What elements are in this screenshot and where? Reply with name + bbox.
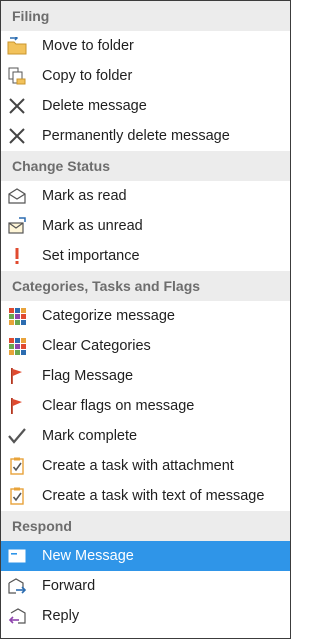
clear-categories-icon (7, 337, 27, 355)
menu-item-create-task-with-text[interactable]: Create a task with text of message (1, 481, 290, 511)
menu-item-label: Set importance (42, 248, 140, 264)
menu-item-clear-flags-on-message[interactable]: Clear flags on message (1, 391, 290, 421)
copy-to-folder-icon (7, 67, 27, 85)
menu-item-reply[interactable]: Reply (1, 601, 290, 631)
exclamation-icon (7, 247, 27, 265)
red-flag-icon (7, 367, 27, 385)
menu-item-set-importance[interactable]: Set importance (1, 241, 290, 271)
menu-item-label: Mark as read (42, 188, 127, 204)
menu-item-label: Copy to folder (42, 68, 133, 84)
menu-item-label: Categorize message (42, 308, 175, 324)
menu-item-label: Delete message (42, 98, 147, 114)
menu-item-label: Create a task with text of message (42, 488, 265, 504)
unread-envelope-icon (7, 217, 27, 235)
menu-item-label: Flag Message (42, 368, 134, 384)
category-grid-icon (7, 307, 27, 325)
new-message-icon (7, 547, 27, 565)
permanent-delete-x-icon (7, 127, 27, 145)
section-header-change-status: Change Status (1, 151, 290, 181)
open-envelope-icon (7, 187, 27, 205)
menu-item-mark-as-read[interactable]: Mark as read (1, 181, 290, 211)
reply-icon (7, 607, 27, 625)
quick-steps-menu: Filing Move to folder Copy to folder Del… (0, 0, 291, 639)
task-clipboard-icon (7, 457, 27, 475)
checkmark-icon (7, 427, 27, 445)
menu-item-mark-complete[interactable]: Mark complete (1, 421, 290, 451)
section-header-filing: Filing (1, 1, 290, 31)
menu-item-label: Clear flags on message (42, 398, 195, 414)
clear-flag-icon (7, 397, 27, 415)
menu-item-new-message[interactable]: New Message (1, 541, 290, 571)
forward-icon (7, 577, 27, 595)
menu-item-label: Clear Categories (42, 338, 151, 354)
menu-item-create-task-with-attachment[interactable]: Create a task with attachment (1, 451, 290, 481)
menu-item-label: Mark complete (42, 428, 138, 444)
menu-item-move-to-folder[interactable]: Move to folder (1, 31, 290, 61)
menu-item-label: Mark as unread (42, 218, 143, 234)
menu-item-clear-categories[interactable]: Clear Categories (1, 331, 290, 361)
task-clipboard-text-icon (7, 487, 27, 505)
menu-item-label: Create a task with attachment (42, 458, 234, 474)
move-to-folder-icon (7, 37, 27, 55)
delete-x-icon (7, 97, 27, 115)
menu-item-forward[interactable]: Forward (1, 571, 290, 601)
menu-item-delete-message[interactable]: Delete message (1, 91, 290, 121)
section-header-categories-tasks-flags: Categories, Tasks and Flags (1, 271, 290, 301)
menu-item-label: Forward (42, 578, 96, 594)
menu-item-label: Permanently delete message (42, 128, 230, 144)
menu-item-copy-to-folder[interactable]: Copy to folder (1, 61, 290, 91)
menu-item-label: Reply (42, 608, 80, 624)
menu-item-label: Move to folder (42, 38, 134, 54)
menu-item-categorize-message[interactable]: Categorize message (1, 301, 290, 331)
menu-item-permanently-delete-message[interactable]: Permanently delete message (1, 121, 290, 151)
section-header-respond: Respond (1, 511, 290, 541)
menu-item-label: New Message (42, 548, 134, 564)
menu-item-mark-as-unread[interactable]: Mark as unread (1, 211, 290, 241)
menu-item-flag-message[interactable]: Flag Message (1, 361, 290, 391)
